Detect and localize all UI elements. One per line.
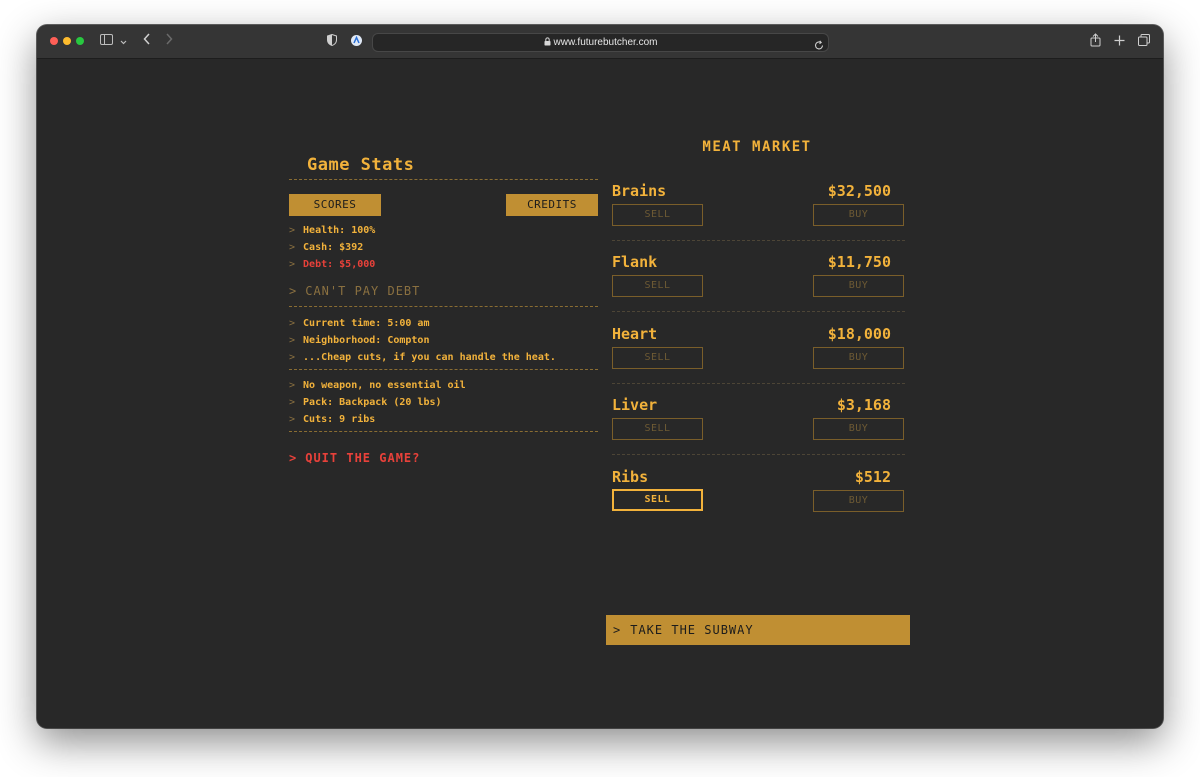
prompt-marker: >: [289, 225, 296, 236]
pack-text: Pack: Backpack (20 lbs): [303, 397, 442, 408]
extension-icon[interactable]: [350, 34, 363, 53]
cash-stat: > Cash: $392: [289, 242, 363, 254]
cuts-text: Cuts: 9 ribs: [303, 414, 376, 425]
take-subway-label: TAKE THE SUBWAY: [630, 623, 754, 637]
divider: [612, 240, 905, 241]
divider: [289, 431, 598, 432]
zoom-window-button[interactable]: [76, 37, 84, 45]
tabs-icon[interactable]: [1138, 34, 1150, 52]
divider: [289, 369, 598, 370]
prompt-marker: >: [289, 380, 296, 391]
cuts-stat: > Cuts: 9 ribs: [289, 414, 375, 426]
reload-icon[interactable]: [814, 36, 824, 55]
forward-icon[interactable]: [165, 33, 173, 51]
share-icon[interactable]: [1090, 33, 1101, 53]
prompt-marker: >: [289, 397, 296, 408]
cash-text: Cash: $392: [303, 242, 364, 253]
credits-button[interactable]: CREDITS: [506, 194, 598, 216]
minimize-window-button[interactable]: [63, 37, 71, 45]
meat-market-title: MEAT MARKET: [702, 139, 812, 155]
browser-window: www.futurebutcher.com Game Stats SCORES …: [37, 25, 1163, 728]
cant-pay-debt-button[interactable]: > CAN'T PAY DEBT: [289, 284, 420, 298]
sell-button[interactable]: SELL: [612, 418, 703, 440]
divider: [612, 383, 905, 384]
prompt-marker: >: [289, 259, 296, 270]
neighborhood-text: Neighborhood: Compton: [303, 335, 430, 346]
sell-button[interactable]: SELL: [612, 275, 703, 297]
time-stat: > Current time: 5:00 am: [289, 318, 429, 330]
browser-toolbar: www.futurebutcher.com: [37, 25, 1163, 59]
debt-text: Debt: $5,000: [303, 259, 376, 270]
prompt-marker: >: [289, 352, 296, 363]
prompt-marker: >: [289, 451, 298, 465]
prompt-marker: >: [613, 623, 622, 637]
buy-button[interactable]: BUY: [813, 204, 904, 226]
meat-name: Ribs: [612, 468, 649, 486]
game-stats-title: Game Stats: [307, 155, 415, 175]
meat-price: $11,750: [827, 253, 891, 271]
meat-price: $18,000: [827, 325, 891, 343]
buy-button[interactable]: BUY: [813, 275, 904, 297]
prompt-marker: >: [289, 242, 296, 253]
meat-price: $512: [854, 468, 891, 486]
sell-button[interactable]: SELL: [612, 489, 703, 511]
shield-icon[interactable]: [327, 33, 337, 52]
prompt-marker: >: [289, 414, 296, 425]
health-stat: > Health: 100%: [289, 225, 375, 237]
back-icon[interactable]: [143, 33, 151, 51]
quit-game-label: QUIT THE GAME?: [305, 451, 421, 465]
divider: [289, 179, 598, 180]
flavor-text: > ...Cheap cuts, if you can handle the he…: [289, 352, 556, 364]
weapon-text: No weapon, no essential oil: [303, 380, 466, 391]
address-bar[interactable]: www.futurebutcher.com: [372, 33, 829, 52]
neighborhood-stat: > Neighborhood: Compton: [289, 335, 429, 347]
meat-name: Heart: [612, 325, 658, 343]
divider: [289, 306, 598, 307]
plus-icon[interactable]: [1114, 34, 1125, 52]
page-content: Game Stats SCORES CREDITS > Health: 100% …: [37, 59, 1163, 728]
meat-name: Flank: [612, 253, 658, 271]
weapon-stat: > No weapon, no essential oil: [289, 380, 466, 392]
sell-button[interactable]: SELL: [612, 204, 703, 226]
time-text: Current time: 5:00 am: [303, 318, 430, 329]
meat-price: $3,168: [836, 396, 891, 414]
take-subway-button[interactable]: > TAKE THE SUBWAY: [606, 615, 910, 645]
lock-icon: [544, 36, 551, 51]
prompt-marker: >: [289, 284, 298, 298]
meat-name: Brains: [612, 182, 667, 200]
pack-stat: > Pack: Backpack (20 lbs): [289, 397, 442, 409]
sell-button[interactable]: SELL: [612, 347, 703, 369]
url-display[interactable]: www.futurebutcher.com: [373, 35, 828, 51]
flavor-line: ...Cheap cuts, if you can handle the hea…: [303, 352, 556, 363]
meat-price: $32,500: [827, 182, 891, 200]
divider: [612, 454, 905, 455]
prompt-marker: >: [289, 335, 296, 346]
buy-button[interactable]: BUY: [813, 490, 904, 512]
buy-button[interactable]: BUY: [813, 418, 904, 440]
debt-stat: > Debt: $5,000: [289, 259, 375, 271]
close-window-button[interactable]: [50, 37, 58, 45]
url-text: www.futurebutcher.com: [553, 37, 658, 48]
meat-name: Liver: [612, 396, 658, 414]
scores-button[interactable]: SCORES: [289, 194, 381, 216]
sidebar-icon[interactable]: [100, 33, 113, 51]
health-text: Health: 100%: [303, 225, 376, 236]
quit-game-button[interactable]: > QUIT THE GAME?: [289, 451, 420, 465]
prompt-marker: >: [289, 318, 296, 329]
cant-pay-debt-label: CAN'T PAY DEBT: [305, 284, 421, 298]
buy-button[interactable]: BUY: [813, 347, 904, 369]
divider: [612, 311, 905, 312]
chevron-down-icon[interactable]: [120, 34, 127, 52]
